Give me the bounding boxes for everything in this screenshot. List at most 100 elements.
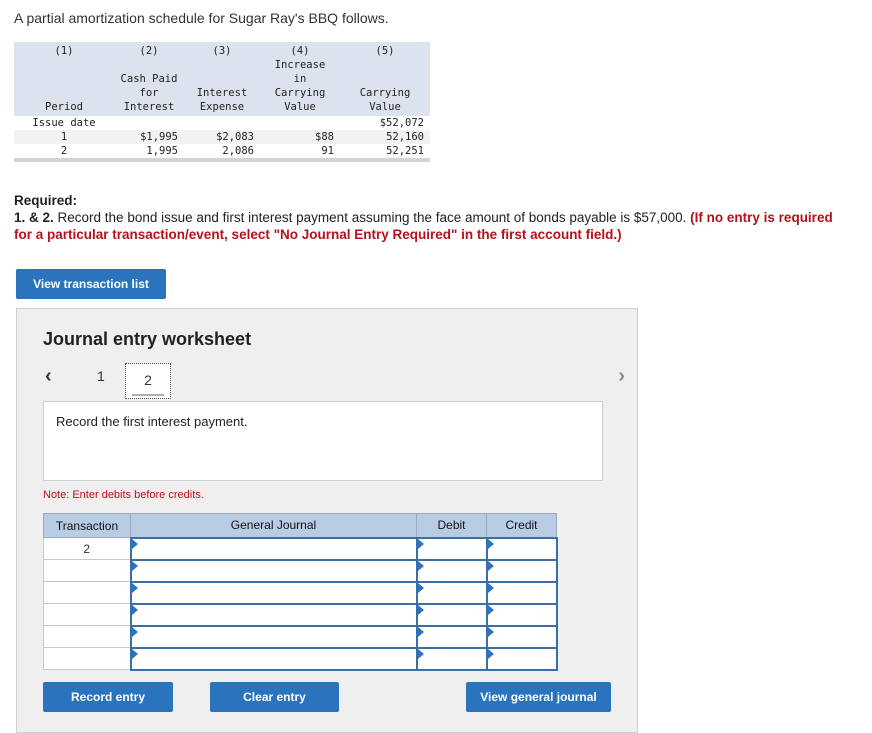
credit-field[interactable]	[485, 624, 558, 649]
period-header: Period	[14, 100, 114, 116]
row-interest: 2,086	[184, 144, 260, 162]
dropdown-icon	[131, 582, 138, 593]
page-2-tab[interactable]: 2	[125, 363, 171, 399]
row-period: 1	[14, 130, 114, 144]
increase-header-line3: Carrying	[260, 86, 340, 100]
amortization-schedule: (1) (2) (3) (4) (5) Increase Cash Paid i…	[14, 42, 430, 162]
input-marker-icon	[487, 560, 494, 571]
increase-header-line2: in	[260, 72, 340, 86]
dropdown-icon	[131, 648, 138, 659]
input-marker-icon	[487, 582, 494, 593]
debit-header: Debit	[416, 513, 487, 538]
intro-text: A partial amortization schedule for Suga…	[14, 10, 389, 26]
transaction-cell: 2	[43, 537, 131, 560]
col-number-2: (2)	[114, 42, 184, 58]
view-general-journal-button[interactable]: View general journal	[466, 682, 611, 712]
debit-field[interactable]	[415, 602, 488, 627]
transaction-cell	[43, 625, 131, 648]
worksheet-pager: ‹ 1 2 ›	[43, 363, 625, 399]
input-marker-icon	[417, 582, 424, 593]
row-period: Issue date	[32, 117, 96, 129]
row-cash: $1,995	[114, 130, 184, 144]
required-label: Required:	[14, 193, 78, 208]
page-1-tab[interactable]: 1	[97, 368, 105, 384]
schedule-row: 1 $1,995 $2,083 $88 52,160	[14, 130, 430, 144]
journal-row	[43, 558, 558, 583]
journal-row	[43, 646, 558, 671]
interest-header-line2: Expense	[184, 100, 260, 116]
credit-field[interactable]	[485, 536, 558, 561]
dropdown-icon	[131, 604, 138, 615]
carrying-header-line1: Carrying	[340, 86, 430, 100]
row-increase: 91	[260, 144, 340, 162]
account-field[interactable]	[129, 646, 418, 671]
journal-row: 2	[43, 536, 558, 561]
general-journal-header: General Journal	[130, 513, 417, 538]
journal-table: Transaction General Journal Debit Credit…	[43, 513, 558, 671]
debit-field[interactable]	[415, 646, 488, 671]
credit-field[interactable]	[485, 558, 558, 583]
transaction-cell	[43, 559, 131, 582]
debit-credit-note: Note: Enter debits before credits.	[43, 489, 204, 501]
row-increase: $88	[260, 130, 340, 144]
required-instructions: 1. & 2. Record the bond issue and first …	[14, 210, 833, 242]
debit-field[interactable]	[415, 624, 488, 649]
col-number-5: (5)	[340, 42, 430, 58]
schedule-row: 2 1,995 2,086 91 52,251	[14, 144, 430, 162]
transaction-cell	[43, 603, 131, 626]
journal-row	[43, 580, 558, 605]
next-arrow-icon[interactable]: ›	[618, 365, 625, 388]
worksheet-title: Journal entry worksheet	[43, 329, 252, 349]
col-number-1: (1)	[14, 42, 114, 58]
prev-arrow-icon[interactable]: ‹	[45, 365, 52, 388]
record-entry-button[interactable]: Record entry	[43, 682, 173, 712]
account-field[interactable]	[129, 624, 418, 649]
input-marker-icon	[417, 648, 424, 659]
dropdown-icon	[131, 560, 138, 571]
col-number-4: (4)	[260, 42, 340, 58]
input-marker-icon	[487, 626, 494, 637]
increase-header-line1: Increase	[260, 58, 340, 72]
row-period: 2	[14, 144, 114, 162]
col-number-3: (3)	[184, 42, 260, 58]
input-marker-icon	[487, 604, 494, 615]
clear-entry-button[interactable]: Clear entry	[210, 682, 339, 712]
journal-entry-worksheet: Journal entry worksheet ‹ 1 2 › Record t…	[16, 308, 638, 733]
debit-field[interactable]	[415, 580, 488, 605]
account-field[interactable]	[129, 580, 418, 605]
carrying-header-line2: Value	[340, 100, 430, 116]
cash-header-line3: Interest	[114, 100, 184, 116]
row-carrying: $52,072	[379, 117, 424, 129]
credit-field[interactable]	[485, 580, 558, 605]
required-section: Required: 1. & 2. Record the bond issue …	[14, 192, 854, 243]
journal-row	[43, 602, 558, 627]
credit-field[interactable]	[485, 602, 558, 627]
view-transaction-list-button[interactable]: View transaction list	[16, 269, 166, 299]
schedule-row: Issue date $52,072	[14, 116, 430, 130]
account-field[interactable]	[129, 536, 418, 561]
row-carrying: 52,160	[340, 130, 430, 144]
credit-field[interactable]	[485, 646, 558, 671]
row-interest: $2,083	[184, 130, 260, 144]
input-marker-icon	[417, 560, 424, 571]
transaction-cell	[43, 581, 131, 604]
row-carrying: 52,251	[340, 144, 430, 162]
debit-field[interactable]	[415, 536, 488, 561]
input-marker-icon	[417, 626, 424, 637]
row-cash: 1,995	[114, 144, 184, 162]
debit-field[interactable]	[415, 558, 488, 583]
input-marker-icon	[417, 604, 424, 615]
credit-header: Credit	[486, 513, 557, 538]
input-marker-icon	[487, 538, 494, 549]
cash-header-line1: Cash Paid	[114, 72, 184, 86]
account-field[interactable]	[129, 602, 418, 627]
account-field[interactable]	[129, 558, 418, 583]
dropdown-icon	[131, 538, 138, 549]
interest-header-line1: Interest	[184, 86, 260, 100]
transaction-header: Transaction	[43, 513, 131, 538]
cash-header-line2: for	[114, 86, 184, 100]
transaction-cell	[43, 647, 131, 670]
input-marker-icon	[487, 648, 494, 659]
journal-row	[43, 624, 558, 649]
input-marker-icon	[417, 538, 424, 549]
